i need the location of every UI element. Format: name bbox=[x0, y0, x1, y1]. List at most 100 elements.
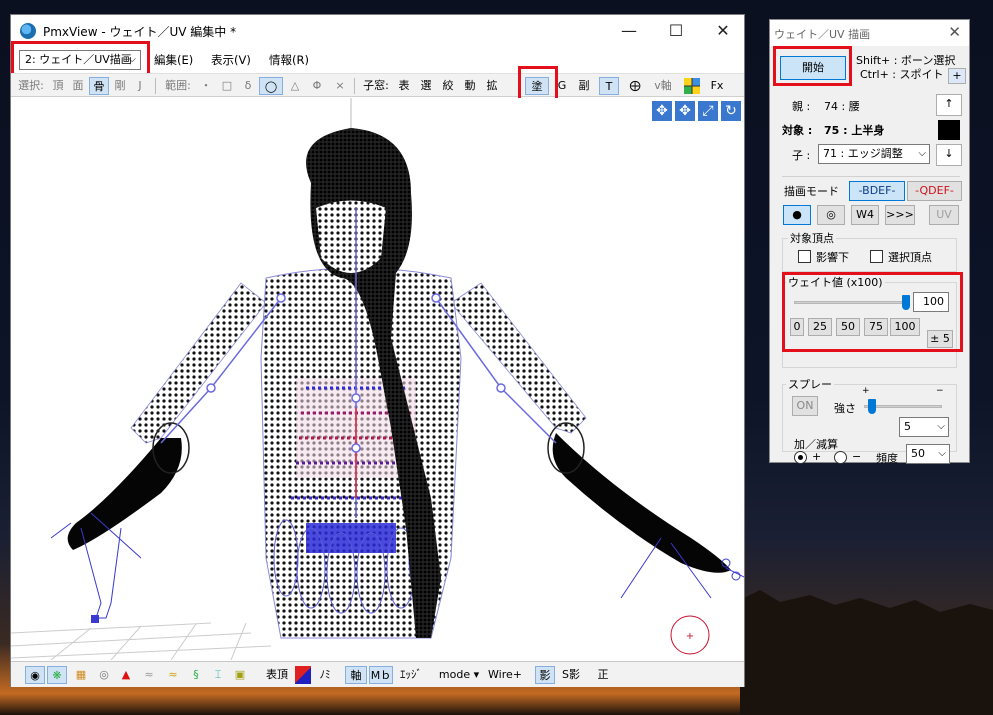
range-triangle-button[interactable]: △ bbox=[285, 77, 305, 95]
axis-button[interactable]: 軸 bbox=[345, 666, 367, 684]
display-point-icon[interactable]: ◎ bbox=[95, 666, 113, 684]
influence-checkbox[interactable] bbox=[798, 250, 811, 263]
weight-value-input[interactable]: 100 bbox=[913, 292, 949, 312]
color-grid-icon[interactable] bbox=[683, 77, 701, 95]
selected-vertex-checkbox[interactable] bbox=[870, 250, 883, 263]
display-vertex-icon[interactable]: ◉ bbox=[25, 666, 45, 684]
child-t-button[interactable]: T bbox=[599, 77, 619, 95]
child-down-button[interactable]: ↓ bbox=[936, 144, 962, 166]
edit-mode-select[interactable]: 2: ウェイト／UV描画 ⌵ bbox=[19, 50, 141, 70]
zoom-view-icon[interactable]: ⤢ bbox=[697, 100, 719, 122]
weight-preset-100[interactable]: 100 bbox=[890, 318, 920, 336]
target-vertex-group-title: 対象頂点 bbox=[788, 230, 836, 246]
weight-preset-75[interactable]: 75 bbox=[864, 318, 888, 336]
child-bone-select[interactable]: 71 : エッジ調整 ⌵ bbox=[818, 144, 930, 164]
display-wave-icon[interactable]: ≈ bbox=[139, 666, 159, 684]
range-clear-button[interactable]: × bbox=[331, 77, 349, 95]
display-link-icon[interactable]: § bbox=[187, 666, 205, 684]
select-bone-button[interactable]: 骨 bbox=[89, 77, 109, 95]
minimize-button[interactable]: — bbox=[606, 15, 652, 47]
qdef-button[interactable]: -QDEF- bbox=[907, 181, 962, 201]
self-shadow-button[interactable]: S影 bbox=[559, 666, 583, 684]
subtract-radio[interactable] bbox=[834, 451, 847, 464]
move-view-icon[interactable]: ✥ bbox=[651, 100, 673, 122]
3d-viewport[interactable]: + ✥ ✥ ⤢ ↻ bbox=[11, 98, 744, 660]
fx-button[interactable]: Fx bbox=[707, 77, 727, 95]
select-rigid-button[interactable]: 剛 bbox=[111, 77, 129, 95]
range-phi-button[interactable]: Φ bbox=[307, 77, 327, 95]
range-circle-button[interactable]: ◯ bbox=[259, 77, 283, 95]
menu-edit[interactable]: 編集(E) bbox=[154, 52, 193, 68]
color-swatch-icon[interactable] bbox=[295, 666, 311, 684]
v-axis-button[interactable]: v軸 bbox=[651, 77, 675, 95]
display-pin-icon[interactable]: ⌶ bbox=[209, 666, 227, 684]
weight-slider-track[interactable] bbox=[794, 301, 910, 304]
child-paint-button[interactable]: 塗 bbox=[525, 77, 549, 95]
brush-w4-button[interactable]: W4 bbox=[851, 205, 879, 225]
front-view-button[interactable]: 正 bbox=[593, 666, 613, 684]
weight-slider-thumb[interactable] bbox=[902, 295, 910, 310]
select-vertex-button[interactable]: 頂 bbox=[49, 77, 67, 95]
display-cube-icon[interactable]: ▣ bbox=[231, 666, 249, 684]
weight-group-title: ウェイト値 (x100) bbox=[786, 274, 885, 290]
brush-solid-button[interactable]: ● bbox=[783, 205, 811, 225]
mi-button[interactable]: ﾉﾐ bbox=[315, 666, 335, 684]
menu-view[interactable]: 表示(V) bbox=[211, 52, 251, 68]
expand-plus-button[interactable]: + bbox=[948, 68, 966, 84]
brush-uv-button[interactable]: UV bbox=[929, 205, 959, 225]
select-joint-button[interactable]: J bbox=[131, 77, 149, 95]
crosshair-icon[interactable]: ⨁ bbox=[625, 77, 645, 95]
close-icon[interactable]: ✕ bbox=[948, 23, 961, 41]
child-window-label: 子窓: bbox=[363, 79, 389, 92]
brush-ring-button[interactable]: ◎ bbox=[817, 205, 845, 225]
target-color-swatch[interactable] bbox=[938, 120, 960, 140]
selected-vertex-label: 選択頂点 bbox=[888, 251, 932, 264]
child-table-button[interactable]: 表 bbox=[395, 77, 413, 95]
display-texture-icon[interactable]: ▦ bbox=[71, 666, 91, 684]
child-sub-button[interactable]: 副 bbox=[575, 77, 593, 95]
range-delta-button[interactable]: δ bbox=[239, 77, 257, 95]
bdef-button[interactable]: -BDEF- bbox=[849, 181, 905, 201]
pan-view-icon[interactable]: ✥ bbox=[674, 100, 696, 122]
child-select-button[interactable]: 選 bbox=[417, 77, 435, 95]
menu-info[interactable]: 情報(R) bbox=[269, 52, 309, 68]
weight-preset-50[interactable]: 50 bbox=[836, 318, 860, 336]
strength-select[interactable]: 5 ⌵ bbox=[899, 417, 949, 437]
toolbar-divider bbox=[155, 78, 156, 94]
child-move-button[interactable]: 動 bbox=[461, 77, 479, 95]
front-vertex-button[interactable]: 表頂 bbox=[263, 666, 291, 684]
range-point-button[interactable]: ・ bbox=[197, 77, 215, 95]
child-filter-button[interactable]: 絞 bbox=[439, 77, 457, 95]
weight-preset-0[interactable]: 0 bbox=[790, 318, 804, 336]
frequency-select[interactable]: 50 ⌵ bbox=[906, 444, 950, 464]
mode-dropdown[interactable]: mode ▾ bbox=[435, 666, 483, 684]
add-radio[interactable] bbox=[794, 451, 807, 464]
weight-pm5-button[interactable]: ± 5 bbox=[927, 330, 953, 348]
parent-up-button[interactable]: ↑ bbox=[936, 94, 962, 116]
display-material-icon[interactable]: ❋ bbox=[47, 666, 67, 684]
start-button[interactable]: 開始 bbox=[780, 56, 846, 80]
range-rect-button[interactable]: □ bbox=[217, 77, 237, 95]
child-expand-button[interactable]: 拡 bbox=[483, 77, 501, 95]
display-triangle-icon[interactable]: ▲ bbox=[117, 666, 135, 684]
rotate-view-icon[interactable]: ↻ bbox=[720, 100, 742, 122]
md-button[interactable]: Mｂ bbox=[369, 666, 393, 684]
target-label: 対象 : bbox=[782, 124, 813, 137]
strength-slider-track[interactable] bbox=[864, 405, 942, 408]
weight-preset-25[interactable]: 25 bbox=[808, 318, 832, 336]
maximize-button[interactable]: ☐ bbox=[653, 15, 699, 47]
display-wave-yellow-icon[interactable]: ≈ bbox=[163, 666, 183, 684]
wire-plus-button[interactable]: Wire+ bbox=[487, 666, 523, 684]
parent-label: 親 : bbox=[792, 100, 811, 113]
subtract-label: − bbox=[852, 450, 862, 463]
shadow-button[interactable]: 影 bbox=[535, 666, 555, 684]
close-button[interactable]: ✕ bbox=[700, 15, 746, 47]
select-face-button[interactable]: 面 bbox=[69, 77, 87, 95]
svg-text:+: + bbox=[686, 631, 694, 642]
strength-slider-thumb[interactable] bbox=[867, 399, 876, 414]
edge-button[interactable]: ｴｯｼﾞ bbox=[395, 666, 427, 684]
child-group-button[interactable]: G bbox=[553, 77, 571, 95]
spray-on-button[interactable]: ON bbox=[792, 396, 818, 416]
strength-minus-label: − bbox=[936, 386, 944, 396]
brush-gradient-button[interactable]: >>> bbox=[885, 205, 915, 225]
